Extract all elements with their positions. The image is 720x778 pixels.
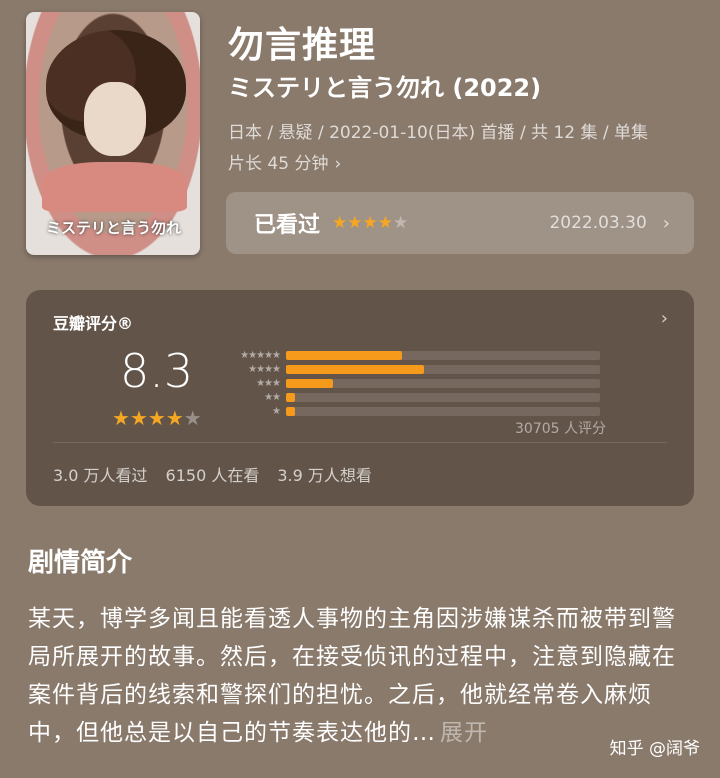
vote-count: 30705 人评分 — [515, 421, 606, 437]
poster-title: ミステリと言う勿れ — [46, 219, 182, 237]
star-icon: ★ — [183, 406, 202, 430]
distribution-stars: ★★★ — [256, 377, 281, 389]
distribution-row: ★★ — [222, 390, 600, 404]
chevron-right-icon[interactable]: › — [661, 308, 668, 329]
star-icon: ★ — [377, 212, 394, 233]
distribution-track — [286, 364, 600, 374]
distribution-stars: ★★★★★ — [240, 349, 281, 361]
stat-watching: 6150 人在看 — [165, 466, 260, 485]
distribution-track — [286, 392, 600, 402]
watermark: 知乎 @阔爷 — [609, 739, 700, 759]
meta-line-1: 日本 / 悬疑 / 2022-01-10(日本) 首播 / 共 12 集 / 单… — [228, 123, 649, 143]
distribution-bar — [286, 392, 296, 402]
douban-rating-label: 豆瓣评分® — [53, 314, 134, 333]
stat-watched: 3.0 万人看过 — [53, 466, 148, 485]
meta-duration: 片长 45 分钟 — [228, 154, 329, 174]
chevron-right-icon: › — [662, 212, 670, 234]
distribution-bar — [286, 350, 403, 360]
star-icon: ★ — [362, 212, 378, 233]
distribution-row: ★ — [222, 404, 600, 418]
divider — [53, 442, 667, 443]
distribution-track — [286, 350, 600, 360]
audience-stats: 3.0 万人看过 6150 人在看 3.9 万人想看 — [53, 462, 372, 486]
distribution-row: ★★★ — [222, 376, 600, 390]
watched-status-button[interactable]: 已看过 ★ ★ ★ ★ ★ 2022.03.30 › — [226, 192, 694, 254]
star-icon: ★ — [347, 212, 363, 233]
synopsis-heading: 剧情简介 — [28, 548, 133, 578]
distribution-stars: ★★ — [264, 391, 281, 403]
star-icon: ★ — [165, 406, 184, 430]
rating-distribution: ★★★★★ ★★★★ ★★★ ★★ ★ — [222, 348, 600, 418]
star-icon: ★ — [112, 406, 130, 430]
poster-face — [84, 82, 146, 156]
original-title: ミステリと言う勿れ (2022) — [228, 74, 542, 102]
meta-info[interactable]: 日本 / 悬疑 / 2022-01-10(日本) 首播 / 共 12 集 / 单… — [228, 118, 698, 180]
rating-score-stars: ★ ★ ★ ★ ★ — [112, 408, 202, 428]
poster-scarf — [42, 162, 187, 212]
distribution-bar — [286, 406, 296, 416]
star-icon: ★ — [147, 406, 166, 430]
star-icon: ★ — [393, 212, 409, 233]
watched-date: 2022.03.30 — [549, 213, 647, 233]
distribution-bar — [286, 364, 425, 374]
distribution-row: ★★★★★ — [222, 348, 600, 362]
synopsis-text: 某天，博学多闻且能看透人事物的主角因涉嫌谋杀而被带到警局所展开的故事。然后，在接… — [28, 600, 698, 752]
page-title: 勿言推理 — [228, 25, 377, 66]
distribution-track — [286, 378, 600, 388]
distribution-stars: ★ — [272, 405, 281, 417]
watched-label: 已看过 — [254, 213, 321, 238]
expand-link[interactable]: 展开 — [440, 720, 488, 746]
star-icon: ★ — [129, 406, 148, 430]
distribution-row: ★★★★ — [222, 362, 600, 376]
stat-want: 3.9 万人想看 — [277, 466, 372, 485]
distribution-track — [286, 406, 600, 416]
distribution-bar — [286, 378, 334, 388]
rating-score: 8.3 — [120, 344, 194, 398]
poster-image[interactable]: ミステリと言う勿れ — [26, 12, 200, 255]
chevron-right-icon: › — [334, 154, 342, 174]
user-rating-stars: ★ ★ ★ ★ ★ — [332, 212, 409, 233]
synopsis-body: 某天，博学多闻且能看透人事物的主角因涉嫌谋杀而被带到警局所展开的故事。然后，在接… — [28, 606, 676, 746]
douban-rating-card[interactable]: 豆瓣评分® › 8.3 ★ ★ ★ ★ ★ ★★★★★ ★★★★ ★★★ ★★ ★ 30705 … — [26, 290, 694, 506]
star-icon: ★ — [332, 212, 348, 233]
meta-line-2: 片长 45 分钟 › — [228, 149, 698, 180]
distribution-stars: ★★★★ — [248, 363, 281, 375]
